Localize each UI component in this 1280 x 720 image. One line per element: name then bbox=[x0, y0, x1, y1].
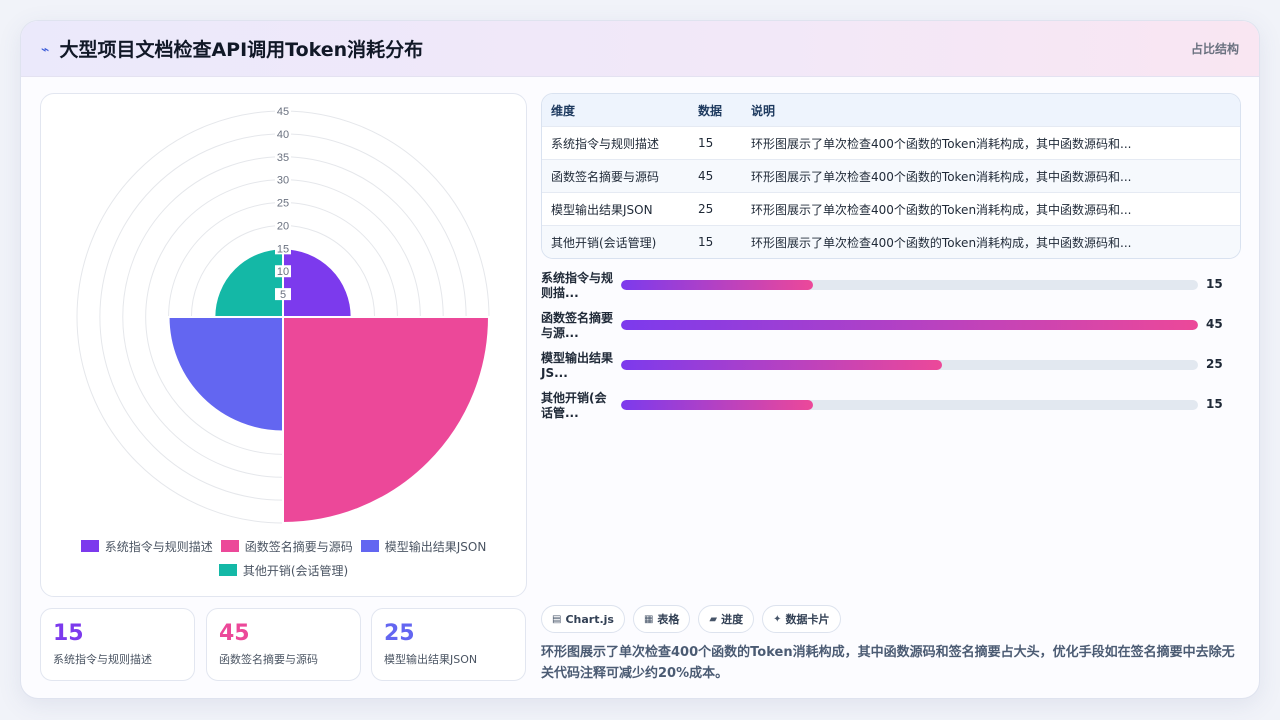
legend-label: 模型输出结果JSON bbox=[384, 539, 487, 554]
progress-row: 系统指令与规则描... 15 bbox=[541, 269, 1241, 309]
table-icon: ▦ bbox=[643, 613, 654, 625]
stat-card-signature: 45 函数签名摘要与源码 bbox=[206, 608, 361, 681]
table-cell-value: 15 bbox=[698, 235, 714, 249]
progress-row: 函数签名摘要与源... 45 bbox=[541, 309, 1241, 349]
progress-icon: ▰ bbox=[709, 613, 718, 625]
progress-value: 15 bbox=[1206, 277, 1223, 291]
legend-item[interactable]: 其他开销(会话管理) bbox=[218, 560, 349, 580]
stat-card-output: 25 模型输出结果JSON bbox=[371, 608, 526, 681]
polar-segment[interactable] bbox=[213, 247, 284, 318]
wave-icon: ⌁ bbox=[41, 41, 50, 58]
progress-track bbox=[621, 280, 1198, 290]
sparkle-icon: ✦ bbox=[773, 613, 782, 625]
radial-tick-label: 40 bbox=[277, 129, 289, 141]
table-row: 其他开销(会话管理) 15 环形图展示了单次检查400个函数的Token消耗构成… bbox=[542, 225, 1240, 258]
table-header-row: 维度 数据 说明 bbox=[542, 94, 1240, 126]
chip-label: Chart.js bbox=[565, 612, 614, 626]
category-tag: 占比结构 bbox=[1190, 42, 1239, 56]
stat-label: 函数签名摘要与源码 bbox=[219, 653, 318, 666]
legend-swatch bbox=[80, 540, 99, 552]
chip-progress[interactable]: ▰ 进度 bbox=[698, 605, 755, 633]
progress-track bbox=[621, 360, 1198, 370]
progress-label: 其他开销(会话管... bbox=[541, 391, 607, 420]
legend-label: 其他开销(会话管理) bbox=[242, 563, 349, 578]
table-cell-note: 环形图展示了单次检查400个函数的Token消耗构成，其中函数源码和... bbox=[751, 235, 1132, 250]
table-row: 系统指令与规则描述 15 环形图展示了单次检查400个函数的Token消耗构成，… bbox=[542, 126, 1240, 159]
data-table: 维度 数据 说明 系统指令与规则描述 15 环形图展示了单次检查400个函数的T… bbox=[541, 93, 1241, 259]
dashboard-card: ⌁ 大型项目文档检查API调用Token消耗分布 占比结构 5 10 15 20 25 3… bbox=[20, 20, 1260, 699]
table-row: 函数签名摘要与源码 45 环形图展示了单次检查400个函数的Token消耗构成，… bbox=[542, 159, 1240, 192]
table-cell-dimension: 其他开销(会话管理) bbox=[551, 235, 657, 250]
table-cell-value: 15 bbox=[698, 136, 714, 150]
table-cell-dimension: 函数签名摘要与源码 bbox=[551, 169, 660, 184]
radial-tick-label: 15 bbox=[277, 243, 289, 255]
polar-segment[interactable] bbox=[282, 316, 491, 524]
radial-tick-label: 20 bbox=[277, 220, 289, 232]
chart-icon: ▤ bbox=[552, 613, 562, 625]
stat-value: 15 bbox=[53, 621, 84, 646]
legend-item[interactable]: 模型输出结果JSON bbox=[360, 536, 487, 556]
progress-row: 其他开销(会话管... 15 bbox=[541, 389, 1241, 429]
polar-area-chart: 5 10 15 20 25 30 35 40 45 系统指令与规则描述 函数签名摘要与源码 模型输出… bbox=[40, 93, 527, 597]
radial-tick-label: 30 bbox=[277, 175, 289, 187]
table-cell-note: 环形图展示了单次检查400个函数的Token消耗构成，其中函数源码和... bbox=[751, 202, 1132, 217]
card-header: ⌁ 大型项目文档检查API调用Token消耗分布 占比结构 bbox=[21, 21, 1259, 77]
table-header-note: 说明 bbox=[751, 103, 776, 118]
progress-track bbox=[621, 320, 1198, 330]
progress-fill bbox=[621, 400, 814, 410]
page-title: 大型项目文档检查API调用Token消耗分布 bbox=[59, 39, 424, 61]
progress-value: 45 bbox=[1206, 317, 1223, 331]
chip-data-cards[interactable]: ✦ 数据卡片 bbox=[762, 605, 841, 633]
radial-tick-label: 35 bbox=[277, 152, 289, 164]
feature-chips: ▤ Chart.js ▦ 表格 ▰ 进度 ✦ 数据卡片 bbox=[541, 605, 841, 633]
chip-table[interactable]: ▦ 表格 bbox=[632, 605, 691, 633]
table-header-dimension: 维度 bbox=[551, 103, 576, 118]
stat-card-system: 15 系统指令与规则描述 bbox=[40, 608, 195, 681]
progress-fill bbox=[621, 360, 942, 370]
chart-legend: 系统指令与规则描述 函数签名摘要与源码 模型输出结果JSON 其他开销(会话管理) bbox=[61, 536, 506, 580]
stat-label: 模型输出结果JSON bbox=[384, 653, 478, 666]
radial-tick-label: 25 bbox=[277, 198, 289, 210]
radial-tick-label: 45 bbox=[277, 106, 289, 118]
polar-chart-svg: 5 10 15 20 25 30 35 40 45 bbox=[76, 105, 491, 524]
progress-bars: 系统指令与规则描... 15 函数签名摘要与源... 45 模型输出结果JS..… bbox=[541, 269, 1241, 429]
stat-label: 系统指令与规则描述 bbox=[53, 653, 152, 666]
legend-item[interactable]: 函数签名摘要与源码 bbox=[220, 536, 353, 556]
chip-chartjs[interactable]: ▤ Chart.js bbox=[541, 605, 625, 633]
chart-description: 环形图展示了单次检查400个函数的Token消耗构成，其中函数源码和签名摘要占大… bbox=[541, 645, 1235, 681]
legend-swatch bbox=[218, 564, 237, 576]
progress-label: 系统指令与规则描... bbox=[541, 271, 614, 300]
polar-segment[interactable] bbox=[282, 247, 353, 318]
radial-tick-label: 5 bbox=[280, 289, 286, 301]
progress-fill bbox=[621, 280, 814, 290]
progress-track bbox=[621, 400, 1198, 410]
legend-item[interactable]: 系统指令与规则描述 bbox=[80, 536, 213, 556]
legend-swatch bbox=[360, 540, 379, 552]
radial-tick-label: 10 bbox=[277, 266, 289, 278]
chip-label: 进度 bbox=[721, 613, 744, 626]
stat-value: 45 bbox=[219, 621, 250, 646]
table-cell-note: 环形图展示了单次检查400个函数的Token消耗构成，其中函数源码和... bbox=[751, 169, 1132, 184]
chip-label: 数据卡片 bbox=[785, 613, 830, 626]
progress-label: 模型输出结果JS... bbox=[541, 351, 614, 380]
table-header-value: 数据 bbox=[698, 103, 723, 118]
legend-label: 系统指令与规则描述 bbox=[104, 539, 213, 554]
legend-swatch bbox=[220, 540, 239, 552]
progress-row: 模型输出结果JS... 25 bbox=[541, 349, 1241, 389]
progress-label: 函数签名摘要与源... bbox=[541, 311, 614, 340]
table-cell-value: 25 bbox=[698, 202, 714, 216]
progress-value: 25 bbox=[1206, 357, 1223, 371]
table-row: 模型输出结果JSON 25 环形图展示了单次检查400个函数的Token消耗构成… bbox=[542, 192, 1240, 225]
progress-fill bbox=[621, 320, 1198, 330]
stat-value: 25 bbox=[384, 621, 415, 646]
progress-value: 15 bbox=[1206, 397, 1223, 411]
legend-label: 函数签名摘要与源码 bbox=[244, 539, 353, 554]
table-cell-note: 环形图展示了单次检查400个函数的Token消耗构成，其中函数源码和... bbox=[751, 136, 1132, 151]
table-cell-dimension: 模型输出结果JSON bbox=[551, 202, 653, 217]
table-cell-dimension: 系统指令与规则描述 bbox=[551, 136, 660, 151]
chip-label: 表格 bbox=[657, 613, 680, 626]
table-cell-value: 45 bbox=[698, 169, 714, 183]
